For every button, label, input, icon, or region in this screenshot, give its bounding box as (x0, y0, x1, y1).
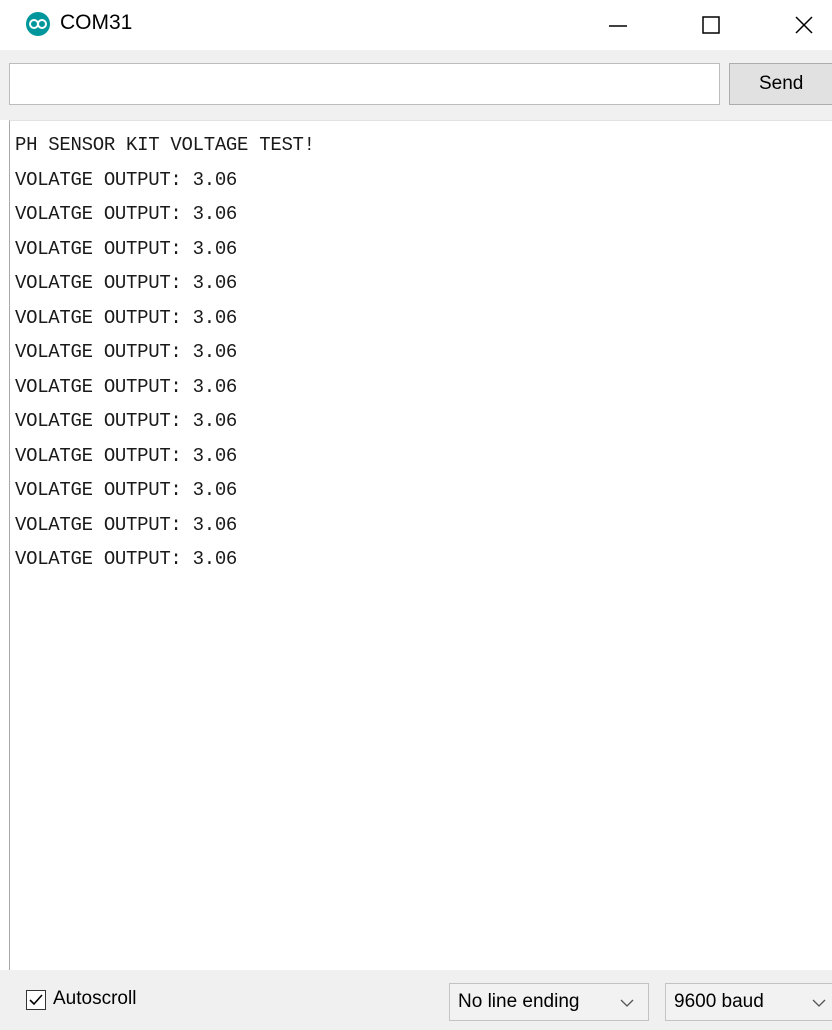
autoscroll-checkbox[interactable] (26, 990, 46, 1010)
maximize-button[interactable] (683, 0, 739, 50)
serial-output-line: VOLATGE OUTPUT: 3.06 (15, 548, 238, 570)
autoscroll-label: Autoscroll (53, 988, 137, 1009)
baud-rate-dropdown[interactable]: 9600 baud (665, 983, 832, 1021)
serial-output-area[interactable]: PH SENSOR KIT VOLTAGE TEST! VOLATGE OUTPU… (9, 120, 832, 970)
minimize-icon (609, 25, 627, 27)
chevron-down-icon (620, 999, 634, 1007)
send-toolbar: Send (0, 50, 832, 120)
chevron-down-icon (812, 999, 826, 1007)
title-bar: COM31 (0, 0, 832, 50)
close-icon (795, 16, 813, 34)
serial-send-input[interactable] (9, 63, 720, 105)
line-ending-value: No line ending (458, 991, 580, 1012)
serial-output-line: VOLATGE OUTPUT: 3.06 (15, 479, 238, 501)
serial-output-line: VOLATGE OUTPUT: 3.06 (15, 237, 238, 260)
serial-output-line: VOLATGE OUTPUT: 3.06 (15, 410, 238, 432)
maximize-icon (702, 16, 720, 34)
checkmark-icon (29, 994, 43, 1006)
minimize-button[interactable] (590, 0, 646, 50)
baud-rate-value: 9600 baud (674, 991, 764, 1012)
serial-output-line: VOLATGE OUTPUT: 3.06 (15, 306, 238, 329)
send-button[interactable]: Send (729, 63, 832, 105)
window-title: COM31 (60, 11, 133, 34)
serial-output-line: VOLATGE OUTPUT: 3.06 (15, 203, 238, 225)
status-bar: Autoscroll No line ending 9600 baud (0, 970, 832, 1030)
close-button[interactable] (776, 0, 832, 50)
serial-output-line: VOLATGE OUTPUT: 3.06 (15, 272, 238, 294)
serial-output-line: VOLATGE OUTPUT: 3.06 (15, 513, 238, 536)
serial-output-line: VOLATGE OUTPUT: 3.06 (15, 341, 238, 363)
serial-output-header-line: PH SENSOR KIT VOLTAGE TEST! (15, 134, 315, 156)
serial-output-line: VOLATGE OUTPUT: 3.06 (15, 375, 238, 398)
serial-output-line: VOLATGE OUTPUT: 3.06 (15, 444, 238, 467)
line-ending-dropdown[interactable]: No line ending (449, 983, 649, 1021)
serial-output-line: VOLATGE OUTPUT: 3.06 (15, 168, 238, 191)
arduino-app-icon (26, 12, 50, 36)
